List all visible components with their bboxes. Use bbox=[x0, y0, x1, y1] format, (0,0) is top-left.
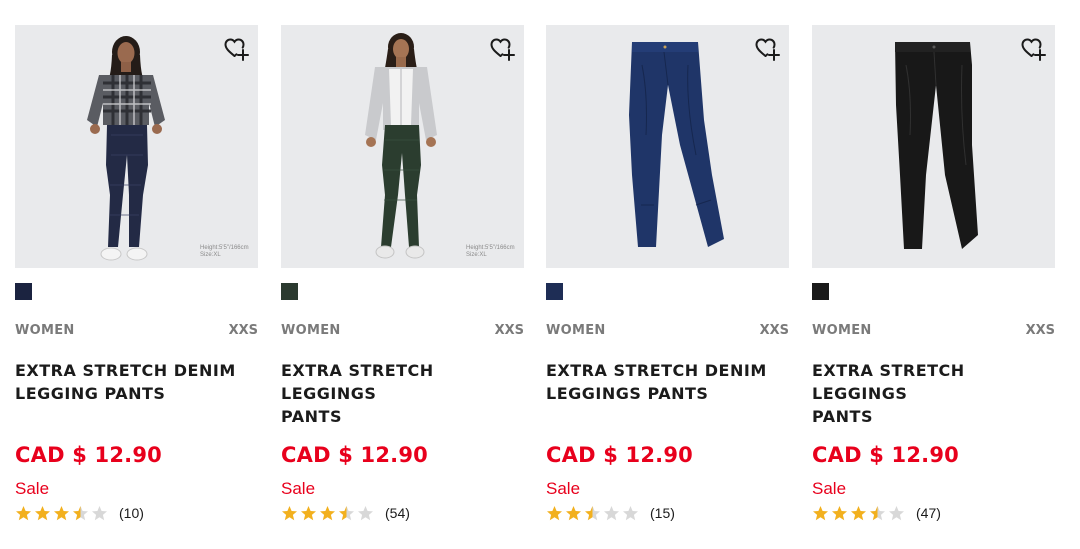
star-full-icon bbox=[35, 506, 50, 521]
review-count[interactable]: (47) bbox=[916, 505, 941, 521]
star-empty-icon bbox=[358, 506, 373, 521]
model-size-caption: Height:5'5"/166cm Size:XL bbox=[200, 245, 249, 258]
star-empty-icon bbox=[92, 506, 107, 521]
star-half-icon bbox=[870, 506, 885, 521]
star-rating bbox=[812, 505, 907, 521]
wishlist-add-icon[interactable] bbox=[488, 35, 516, 63]
product-price: CAD $ 12.90 bbox=[281, 443, 428, 467]
model-size-caption: Height:5'5"/166cm Size:XL bbox=[466, 245, 515, 258]
color-swatch[interactable] bbox=[812, 283, 829, 300]
sale-label: Sale bbox=[15, 479, 50, 498]
color-swatch[interactable] bbox=[546, 283, 563, 300]
size-range: XXS bbox=[228, 323, 258, 338]
product-name[interactable]: EXTRA STRETCH DENIM LEGGINGS PANTS bbox=[546, 359, 789, 405]
product-name[interactable]: EXTRA STRETCH DENIM LEGGING PANTS bbox=[15, 359, 258, 405]
product-price: CAD $ 12.90 bbox=[15, 443, 162, 467]
sale-label: Sale bbox=[546, 479, 581, 498]
star-rating bbox=[281, 505, 376, 521]
star-half-icon bbox=[585, 506, 600, 521]
wishlist-add-icon[interactable] bbox=[753, 35, 781, 63]
gender-label: WOMEN bbox=[281, 323, 341, 338]
product-name[interactable]: EXTRA STRETCH LEGGINGS PANTS bbox=[281, 359, 524, 428]
product-price: CAD $ 12.90 bbox=[546, 443, 693, 467]
color-swatch[interactable] bbox=[281, 283, 298, 300]
size-range: XXS bbox=[494, 323, 524, 338]
color-swatch[interactable] bbox=[15, 283, 32, 300]
star-full-icon bbox=[547, 506, 562, 521]
product-image[interactable]: Height:5'5"/166cm Size:XL bbox=[15, 25, 258, 268]
star-full-icon bbox=[832, 506, 847, 521]
product-price: CAD $ 12.90 bbox=[812, 443, 959, 467]
star-full-icon bbox=[851, 506, 866, 521]
wishlist-add-icon[interactable] bbox=[222, 35, 250, 63]
star-empty-icon bbox=[623, 506, 638, 521]
sale-label: Sale bbox=[812, 479, 847, 498]
size-range: XXS bbox=[759, 323, 789, 338]
star-empty-icon bbox=[604, 506, 619, 521]
star-full-icon bbox=[566, 506, 581, 521]
review-count[interactable]: (54) bbox=[385, 505, 410, 521]
star-empty-icon bbox=[889, 506, 904, 521]
rating: (47) bbox=[812, 503, 941, 523]
rating: (10) bbox=[15, 503, 144, 523]
product-image[interactable] bbox=[812, 25, 1055, 268]
star-full-icon bbox=[54, 506, 69, 521]
product-name[interactable]: EXTRA STRETCH LEGGINGS PANTS bbox=[812, 359, 1055, 428]
star-full-icon bbox=[813, 506, 828, 521]
star-full-icon bbox=[16, 506, 31, 521]
gender-label: WOMEN bbox=[15, 323, 75, 338]
sale-label: Sale bbox=[281, 479, 316, 498]
product-image[interactable] bbox=[546, 25, 789, 268]
wishlist-add-icon[interactable] bbox=[1019, 35, 1047, 63]
star-rating bbox=[15, 505, 110, 521]
gender-label: WOMEN bbox=[812, 323, 872, 338]
review-count[interactable]: (10) bbox=[119, 505, 144, 521]
size-range: XXS bbox=[1025, 323, 1055, 338]
star-half-icon bbox=[73, 506, 88, 521]
product-grid: Height:5'5"/166cm Size:XL WOMEN XXS EXTR… bbox=[0, 0, 1080, 549]
product-image[interactable]: Height:5'5"/166cm Size:XL bbox=[281, 25, 524, 268]
rating: (54) bbox=[281, 503, 410, 523]
star-rating bbox=[546, 505, 641, 521]
star-full-icon bbox=[282, 506, 297, 521]
star-full-icon bbox=[301, 506, 316, 521]
review-count[interactable]: (15) bbox=[650, 505, 675, 521]
gender-label: WOMEN bbox=[546, 323, 606, 338]
star-full-icon bbox=[320, 506, 335, 521]
star-half-icon bbox=[339, 506, 354, 521]
rating: (15) bbox=[546, 503, 675, 523]
